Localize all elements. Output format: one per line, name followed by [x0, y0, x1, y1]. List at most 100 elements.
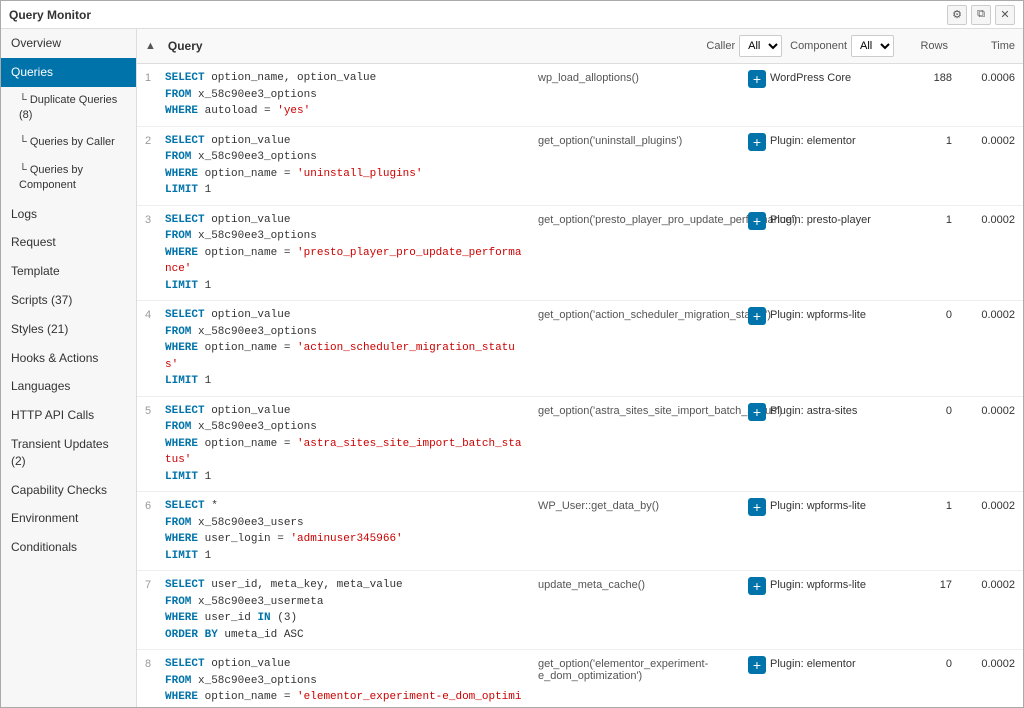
sidebar-item-queries-by-component[interactable]: └ Queries by Component [1, 157, 136, 200]
row-plus-cell: + [748, 403, 770, 421]
sidebar-item-logs[interactable]: Logs [1, 200, 136, 229]
row-rows: 0 [910, 403, 960, 417]
sidebar-item-transient-updates[interactable]: Transient Updates (2) [1, 430, 136, 476]
row-number: 6 [145, 498, 165, 512]
row-query: SELECT option_value FROM x_58c90ee3_opti… [165, 133, 538, 199]
sidebar-item-request[interactable]: Request [1, 228, 136, 257]
sidebar-item-languages[interactable]: Languages [1, 372, 136, 401]
table-row: 6 SELECT * FROM x_58c90ee3_users WHERE u… [137, 492, 1023, 571]
row-query: SELECT option_name, option_value FROM x_… [165, 70, 538, 120]
expand-button[interactable]: + [748, 70, 766, 88]
table-row: 2 SELECT option_value FROM x_58c90ee3_op… [137, 127, 1023, 206]
row-time: 0.0002 [960, 403, 1015, 417]
row-time: 0.0002 [960, 498, 1015, 512]
row-query: SELECT option_value FROM x_58c90ee3_opti… [165, 403, 538, 486]
row-rows: 0 [910, 307, 960, 321]
row-caller: get_option('elementor_experiment-e_dom_o… [538, 656, 748, 682]
row-number: 7 [145, 577, 165, 591]
row-rows: 188 [910, 70, 960, 84]
row-plus-cell: + [748, 307, 770, 325]
sidebar-item-queries[interactable]: Queries [1, 58, 136, 87]
component-filter-group: Component All [790, 35, 894, 57]
row-plus-cell: + [748, 498, 770, 516]
row-component: Plugin: presto-player [770, 212, 910, 226]
rows-column-header: Rows [902, 40, 952, 52]
expand-button[interactable]: + [748, 307, 766, 325]
row-component: Plugin: wpforms-lite [770, 577, 910, 591]
content-area: ▲ Query Caller All Component All Rows Ti… [137, 29, 1023, 707]
sidebar-item-styles[interactable]: Styles (21) [1, 315, 136, 344]
row-time: 0.0002 [960, 656, 1015, 670]
row-caller: get_option('uninstall_plugins') [538, 133, 748, 147]
table-row: 1 SELECT option_name, option_value FROM … [137, 64, 1023, 127]
table-row: 3 SELECT option_value FROM x_58c90ee3_op… [137, 206, 1023, 302]
row-query: SELECT option_value FROM x_58c90ee3_opti… [165, 307, 538, 390]
row-plus-cell: + [748, 212, 770, 230]
expand-button[interactable]: + [748, 212, 766, 230]
expand-button[interactable]: + [748, 498, 766, 516]
row-component: WordPress Core [770, 70, 910, 84]
app-window: Query Monitor ⚙ ⧉ ✕ OverviewQueries└ Dup… [0, 0, 1024, 708]
row-time: 0.0006 [960, 70, 1015, 84]
row-number: 4 [145, 307, 165, 321]
table-row: 4 SELECT option_value FROM x_58c90ee3_op… [137, 301, 1023, 397]
row-query: SELECT option_value FROM x_58c90ee3_opti… [165, 212, 538, 295]
detach-button[interactable]: ⧉ [971, 5, 991, 25]
row-caller: get_option('action_scheduler_migration_s… [538, 307, 748, 321]
sidebar-item-overview[interactable]: Overview [1, 29, 136, 58]
sidebar-item-conditionals[interactable]: Conditionals [1, 533, 136, 562]
row-time: 0.0002 [960, 133, 1015, 147]
expand-button[interactable]: + [748, 133, 766, 151]
query-table: 1 SELECT option_name, option_value FROM … [137, 64, 1023, 707]
row-component: Plugin: wpforms-lite [770, 498, 910, 512]
component-filter-select[interactable]: All [851, 35, 894, 57]
table-row: 7 SELECT user_id, meta_key, meta_value F… [137, 571, 1023, 650]
row-component: Plugin: elementor [770, 133, 910, 147]
row-query: SELECT option_value FROM x_58c90ee3_opti… [165, 656, 538, 707]
expand-button[interactable]: + [748, 656, 766, 674]
row-time: 0.0002 [960, 307, 1015, 321]
sidebar-item-http-api-calls[interactable]: HTTP API Calls [1, 401, 136, 430]
row-component: Plugin: wpforms-lite [770, 307, 910, 321]
caller-filter-select[interactable]: All [739, 35, 782, 57]
row-rows: 1 [910, 133, 960, 147]
row-plus-cell: + [748, 133, 770, 151]
sidebar-item-environment[interactable]: Environment [1, 504, 136, 533]
main-layout: OverviewQueries└ Duplicate Queries (8)└ … [1, 29, 1023, 707]
row-caller: wp_load_alloptions() [538, 70, 748, 84]
row-number: 1 [145, 70, 165, 84]
row-plus-cell: + [748, 577, 770, 595]
row-number: 2 [145, 133, 165, 147]
sidebar-item-capability-checks[interactable]: Capability Checks [1, 476, 136, 505]
expand-button[interactable]: + [748, 577, 766, 595]
sidebar-item-scripts[interactable]: Scripts (37) [1, 286, 136, 315]
expand-button[interactable]: + [748, 403, 766, 421]
title-bar: Query Monitor ⚙ ⧉ ✕ [1, 1, 1023, 29]
table-row: 5 SELECT option_value FROM x_58c90ee3_op… [137, 397, 1023, 493]
row-plus-cell: + [748, 656, 770, 674]
row-caller: WP_User::get_data_by() [538, 498, 748, 512]
row-component: Plugin: astra-sites [770, 403, 910, 417]
component-filter-label: Component [790, 40, 847, 52]
row-number: 8 [145, 656, 165, 670]
sidebar-item-template[interactable]: Template [1, 257, 136, 286]
row-caller: update_meta_cache() [538, 577, 748, 591]
settings-button[interactable]: ⚙ [947, 5, 967, 25]
row-time: 0.0002 [960, 577, 1015, 591]
row-number: 5 [145, 403, 165, 417]
title-bar-controls: ⚙ ⧉ ✕ [947, 5, 1015, 25]
query-column-header: Query [168, 39, 699, 53]
table-row: 8 SELECT option_value FROM x_58c90ee3_op… [137, 650, 1023, 707]
sidebar-item-hooks-actions[interactable]: Hooks & Actions [1, 344, 136, 373]
sidebar-item-duplicate-queries[interactable]: └ Duplicate Queries (8) [1, 87, 136, 130]
row-rows: 1 [910, 498, 960, 512]
close-button[interactable]: ✕ [995, 5, 1015, 25]
row-number: 3 [145, 212, 165, 226]
app-title: Query Monitor [9, 8, 91, 22]
row-query: SELECT * FROM x_58c90ee3_users WHERE use… [165, 498, 538, 564]
sidebar: OverviewQueries└ Duplicate Queries (8)└ … [1, 29, 137, 707]
row-caller: get_option('presto_player_pro_update_per… [538, 212, 748, 226]
row-rows: 0 [910, 656, 960, 670]
row-query: SELECT user_id, meta_key, meta_value FRO… [165, 577, 538, 643]
sidebar-item-queries-by-caller[interactable]: └ Queries by Caller [1, 129, 136, 156]
